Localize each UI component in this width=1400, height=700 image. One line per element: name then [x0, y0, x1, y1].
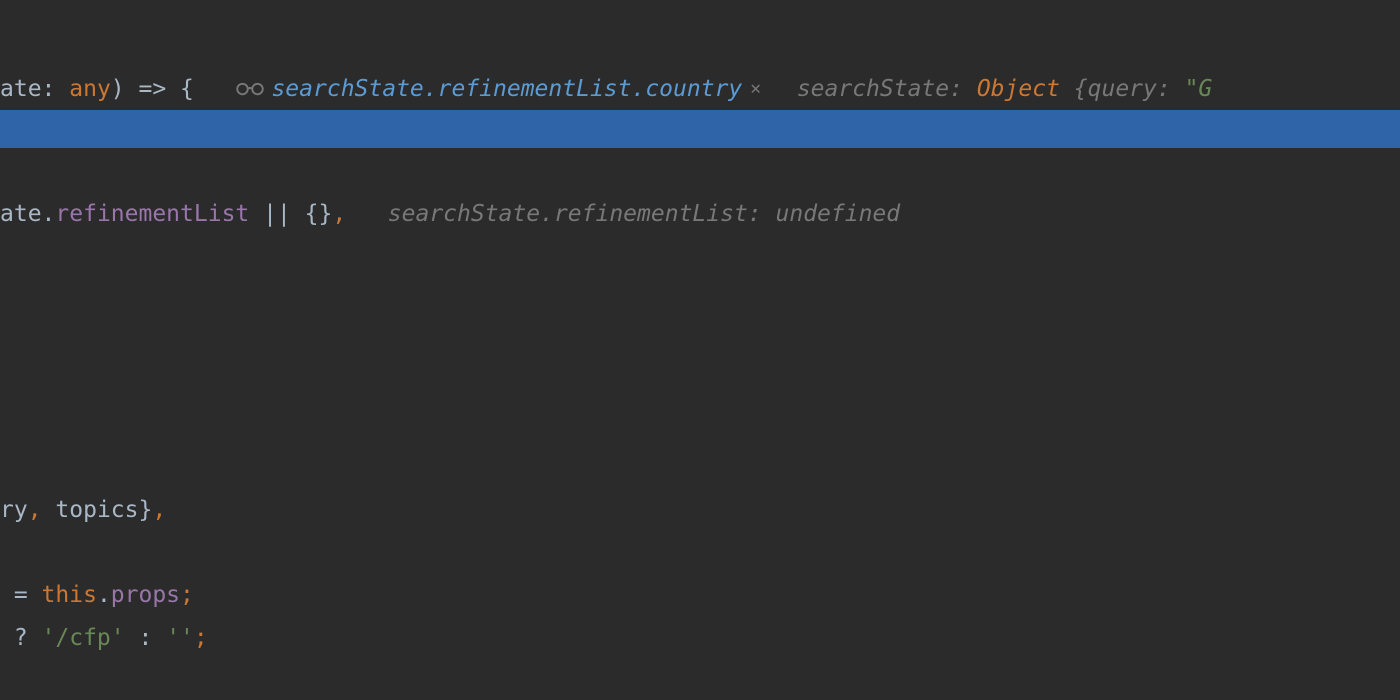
code-line-4[interactable]: ry, topics},: [0, 492, 166, 529]
spacer: [194, 71, 236, 108]
code-fragment: ate: [0, 71, 42, 108]
code-fragment: ,: [332, 196, 346, 233]
code-line-1[interactable]: ate: any) => { searchState.refinementLis…: [0, 71, 1212, 108]
code-fragment: =: [0, 577, 42, 614]
inline-debug-value: "G: [1185, 71, 1213, 108]
code-line-6[interactable]: ? '/cfp' : '';: [0, 620, 208, 657]
glasses-icon: [235, 80, 265, 98]
code-fragment: || {}: [249, 196, 332, 233]
inline-debug-brace: {: [1074, 71, 1088, 108]
code-property: props: [111, 577, 180, 614]
watch-expression-text: searchState.refinementList.country: [271, 71, 742, 108]
inline-debug-label: searchState:: [797, 71, 977, 108]
code-fragment: topics}: [55, 492, 152, 529]
execution-line-highlight: [0, 110, 1400, 148]
close-icon[interactable]: ✕: [750, 75, 761, 104]
code-property: refinementList: [55, 196, 249, 233]
inline-debug-key: query:: [1088, 71, 1185, 108]
code-fragment: =>: [125, 71, 180, 108]
code-keyword-this: this: [42, 577, 97, 614]
code-fragment: ,: [28, 492, 56, 529]
spacer: [346, 196, 388, 233]
inline-debug-value: searchState.refinementList: undefined: [388, 196, 900, 233]
inline-debug-type: Object: [977, 71, 1074, 108]
code-fragment: ;: [180, 577, 194, 614]
code-fragment: {: [180, 71, 194, 108]
code-fragment: ate: [0, 196, 42, 233]
code-fragment: ;: [194, 620, 208, 657]
code-fragment: ry: [0, 492, 28, 529]
spacer: [769, 71, 797, 108]
code-fragment: ): [111, 71, 125, 108]
code-fragment: .: [42, 196, 56, 233]
code-fragment: .: [97, 577, 111, 614]
code-fragment: :: [42, 71, 70, 108]
code-keyword-any: any: [69, 71, 111, 108]
code-line-3[interactable]: ate.refinementList || {}, searchState.re…: [0, 196, 900, 233]
code-string: '': [166, 620, 194, 657]
code-fragment: :: [125, 620, 167, 657]
code-fragment: ?: [0, 620, 42, 657]
watch-expression[interactable]: searchState.refinementList.country ✕: [235, 71, 769, 108]
code-string: '/cfp': [42, 620, 125, 657]
code-line-5[interactable]: = this.props;: [0, 577, 194, 614]
code-fragment: ,: [152, 492, 166, 529]
